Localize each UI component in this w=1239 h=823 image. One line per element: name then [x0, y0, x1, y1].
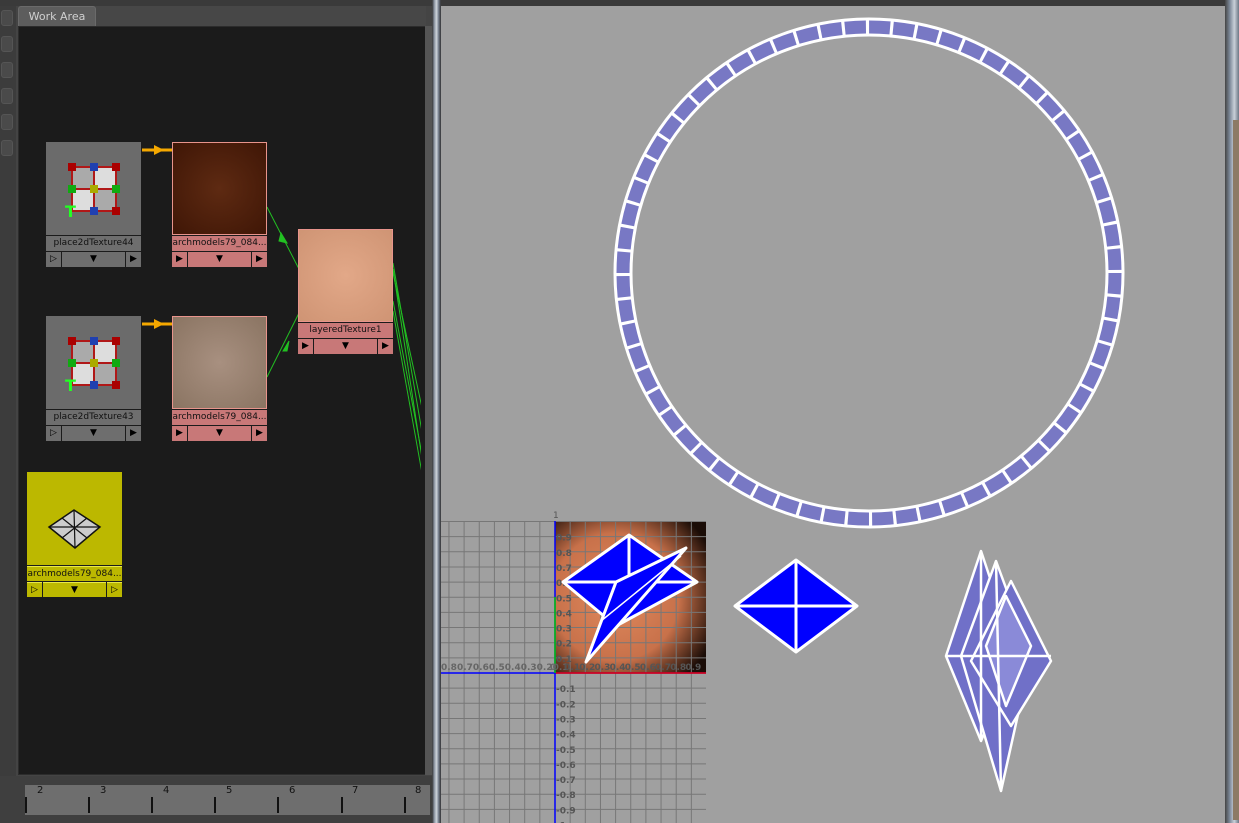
- place2d-icon: T: [46, 142, 141, 235]
- node-label: place2dTexture44: [46, 236, 141, 251]
- uv-top-label: 1: [553, 511, 559, 521]
- tool-button[interactable]: [1, 10, 13, 26]
- axis-tick-label: 0.2: [556, 640, 572, 650]
- axis-tick-label: -0.5: [556, 746, 576, 756]
- axis-tick-label: 0.9: [685, 663, 701, 673]
- input-button[interactable]: ▷: [46, 426, 61, 441]
- tab-strip: [96, 6, 426, 26]
- ruler-label: 3: [100, 785, 107, 796]
- expand-button[interactable]: ▼: [62, 252, 125, 267]
- output-button[interactable]: ▶: [126, 252, 141, 267]
- tool-button[interactable]: [1, 114, 13, 130]
- expand-button[interactable]: ▼: [314, 339, 377, 354]
- axis-tick-label: 0.5: [625, 663, 641, 673]
- axis-tick-label: 0.8: [670, 663, 686, 673]
- input-button[interactable]: ▷: [27, 582, 42, 597]
- axis-tick-label: -0.4: [556, 731, 576, 741]
- axis-tick-label: -0.7: [556, 776, 576, 786]
- uv-canvas: 1 0.80.70.60.50.40.30.20.1 0 0.1 0.2 0.3 0.…: [441, 17, 1125, 823]
- input-button[interactable]: ▷: [46, 252, 61, 267]
- tab-work-area[interactable]: Work Area: [18, 6, 96, 27]
- ruler-label: 7: [352, 785, 359, 796]
- node-file-texture[interactable]: archmodels79_084... ▶ ▼ ▶: [172, 316, 267, 441]
- axis-tick-label: 0.7: [655, 663, 671, 673]
- axis-tick-label: 0.1: [556, 655, 572, 665]
- tool-button[interactable]: [1, 36, 13, 52]
- output-button[interactable]: ▶: [378, 339, 393, 354]
- texture-swatch: [172, 142, 267, 235]
- ruler-label: 2: [37, 785, 44, 796]
- mesh-icon: [27, 472, 122, 565]
- texture-swatch: [298, 229, 393, 322]
- node-file-texture[interactable]: archmodels79_084... ▶ ▼ ▶: [172, 142, 267, 267]
- ruler-label: 8: [415, 785, 422, 796]
- axis-tick-label: 0.5: [556, 594, 572, 604]
- axis-tick-label: 0.4: [556, 609, 572, 619]
- uv-stacked-shells: [944, 549, 1053, 793]
- output-button[interactable]: ▶: [252, 426, 267, 441]
- input-button[interactable]: ▶: [172, 426, 187, 441]
- axis-tick-label: 0.3: [556, 625, 572, 635]
- svg-text:T: T: [65, 202, 76, 221]
- node-label: archmodels79_084...: [172, 236, 267, 251]
- axis-tick-label: -0.6: [556, 761, 576, 771]
- axis-tick-label: -0.2: [556, 700, 576, 710]
- expand-button[interactable]: ▼: [43, 582, 106, 597]
- texture-swatch: [172, 316, 267, 409]
- input-button[interactable]: ▶: [298, 339, 313, 354]
- axis-tick-label: 0.7: [556, 564, 572, 574]
- output-button[interactable]: ▶: [126, 426, 141, 441]
- output-button[interactable]: ▷: [107, 582, 122, 597]
- axis-tick-label: 0.9: [556, 534, 572, 544]
- axis-tick-label: 0.8: [556, 549, 572, 559]
- time-ruler[interactable]: 2 3 4 5 6 7 8: [25, 785, 430, 815]
- tool-button[interactable]: [1, 88, 13, 104]
- left-toolbar: [0, 6, 16, 786]
- uv-editor-viewport[interactable]: 1 0.80.70.60.50.40.30.20.1 0 0.1 0.2 0.3 0.…: [441, 6, 1225, 823]
- orange-connection: [142, 145, 173, 329]
- node-label: archmodels79_084...: [172, 410, 267, 425]
- output-button[interactable]: ▶: [252, 252, 267, 267]
- axis-tick-label: 0.4: [610, 663, 626, 673]
- ruler-label: 6: [289, 785, 296, 796]
- tool-button[interactable]: [1, 140, 13, 156]
- axis-tick-label: -0.3: [556, 715, 576, 725]
- axis-tick-label: 0.6: [640, 663, 656, 673]
- expand-button[interactable]: ▼: [188, 252, 251, 267]
- node-label: place2dTexture43: [46, 410, 141, 425]
- ruler-label: 5: [226, 785, 233, 796]
- place2d-icon: T: [46, 316, 141, 409]
- axis-tick-label: -0.8: [556, 791, 576, 801]
- expand-button[interactable]: ▼: [188, 426, 251, 441]
- axis-tick-label: -0.9: [556, 806, 576, 816]
- expand-button[interactable]: ▼: [62, 426, 125, 441]
- axis-tick-label: 0.3: [594, 663, 610, 673]
- input-button[interactable]: ▶: [172, 252, 187, 267]
- axis-tick-label: -0.1: [556, 685, 576, 695]
- uv-ring-shell: [613, 17, 1125, 529]
- node-label: layeredTexture1: [298, 323, 393, 338]
- node-place2dtexture43[interactable]: T place2dTexture43 ▷ ▼ ▶: [46, 316, 141, 441]
- node-shape[interactable]: archmodels79_084... ▷ ▼ ▷: [27, 472, 122, 597]
- axis-tick-label: 0.2: [579, 663, 595, 673]
- node-layered-texture[interactable]: layeredTexture1 ▶ ▼ ▶: [298, 229, 393, 354]
- adjacent-panel-edge: [1233, 120, 1239, 820]
- panel-splitter[interactable]: [432, 0, 441, 823]
- svg-text:T: T: [65, 376, 76, 395]
- uv-diamond-shell: [733, 558, 859, 654]
- node-place2dtexture44[interactable]: T place2dTexture44 ▷ ▼ ▶: [46, 142, 141, 267]
- ruler-label: 4: [163, 785, 170, 796]
- node-label: archmodels79_084...: [27, 566, 122, 581]
- tool-button[interactable]: [1, 62, 13, 78]
